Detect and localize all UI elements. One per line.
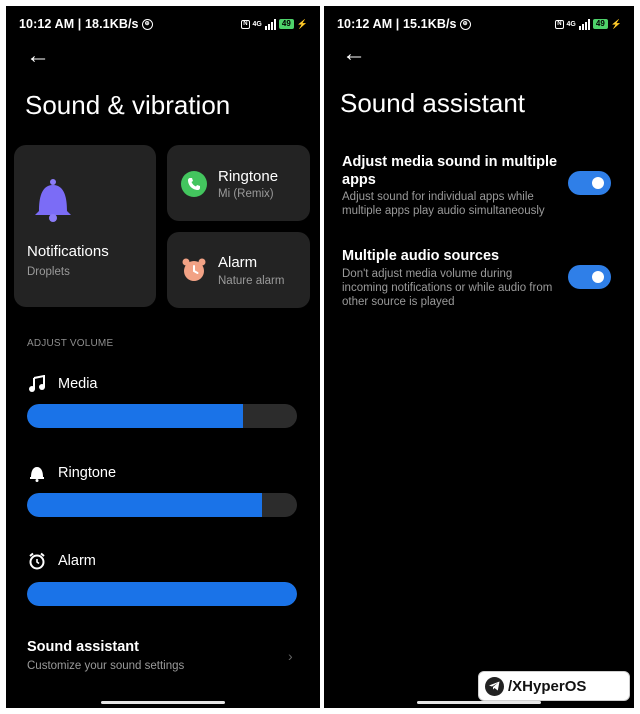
setting-row-multiple-apps[interactable]: Adjust media sound in multiple apps Adju… (324, 146, 634, 226)
battery-icon: 49 (592, 19, 608, 29)
alarm-clock-icon (29, 552, 45, 570)
bell-icon (35, 179, 71, 222)
data-saver-icon: ⊕ (141, 18, 153, 30)
alarm-volume-slider[interactable] (27, 582, 297, 606)
network-type: 4G (252, 20, 262, 28)
page-title: Sound & vibration (25, 90, 231, 120)
setting-subtitle: Don't adjust media volume during incomin… (342, 268, 553, 308)
sound-assistant-subtitle: Customize your sound settings (27, 660, 185, 672)
ringtone-subtitle: Mi (Remix) (218, 188, 274, 200)
media-volume-label: Media (58, 376, 98, 392)
ringtone-card[interactable]: Ringtone Mi (Remix) (167, 145, 310, 221)
alarm-volume-label: Alarm (58, 553, 96, 569)
sound-assistant-screen: 10:12 AM | 15.1KB/s ⊕ N 4G 49 ⚡ ← Sound … (324, 6, 634, 708)
signal-icon (578, 18, 590, 30)
ringtone-volume-slider[interactable] (27, 493, 297, 517)
battery-icon: 49 (278, 19, 294, 29)
home-indicator[interactable] (101, 701, 225, 704)
ringtone-volume-label: Ringtone (58, 465, 117, 481)
chevron-right-icon: › (288, 648, 293, 664)
back-arrow-icon[interactable]: ← (342, 42, 366, 66)
ringtone-title: Ringtone (218, 168, 279, 185)
alarm-card[interactable]: Alarm Nature alarm (167, 232, 310, 308)
page-title: Sound assistant (340, 88, 526, 118)
charging-icon: ⚡ (610, 18, 622, 29)
phone-icon (181, 171, 207, 197)
signal-icon (264, 18, 276, 30)
alarm-title: Alarm (218, 254, 258, 271)
setting-row-multiple-sources[interactable]: Multiple audio sources Don't adjust medi… (324, 242, 634, 322)
watermark: /XHyperOS (478, 671, 630, 701)
alarm-clock-icon (182, 258, 206, 281)
status-time: 10:12 AM | 15.1KB/s (337, 17, 457, 31)
sound-vibration-screen: 10:12 AM | 18.1KB/s ⊕ N 4G 49 ⚡ ← Sound … (6, 6, 320, 708)
media-volume-slider[interactable] (27, 404, 297, 428)
multiple-sources-toggle[interactable] (568, 265, 611, 289)
network-type: 4G (566, 20, 576, 28)
multiple-apps-toggle[interactable] (568, 171, 611, 195)
music-note-icon (29, 375, 45, 392)
status-bar: 10:12 AM | 15.1KB/s ⊕ N 4G 49 ⚡ (337, 16, 622, 32)
setting-subtitle: Adjust sound for individual apps while m… (342, 191, 545, 217)
sound-assistant-title: Sound assistant (27, 639, 139, 655)
notifications-subtitle: Droplets (27, 266, 70, 278)
charging-icon: ⚡ (296, 18, 308, 29)
bell-icon (30, 467, 44, 482)
setting-title: Multiple audio sources (342, 248, 500, 264)
status-time: 10:12 AM | 18.1KB/s (19, 17, 139, 31)
notifications-card[interactable]: Notifications Droplets (14, 145, 156, 307)
setting-title: Adjust media sound in multiple apps (342, 154, 558, 188)
nfc-icon: N (241, 19, 250, 29)
alarm-subtitle: Nature alarm (218, 275, 285, 287)
nfc-icon: N (555, 19, 564, 29)
telegram-icon (485, 676, 504, 696)
back-arrow-icon[interactable]: ← (26, 44, 50, 68)
data-saver-icon: ⊕ (459, 18, 471, 30)
watermark-text: /XHyperOS (508, 677, 587, 695)
status-bar: 10:12 AM | 18.1KB/s ⊕ N 4G 49 ⚡ (19, 16, 308, 32)
sound-assistant-row[interactable]: Sound assistant Customize your sound set… (6, 631, 320, 681)
home-indicator[interactable] (417, 701, 541, 704)
notifications-title: Notifications (27, 243, 109, 260)
adjust-volume-label: ADJUST VOLUME (27, 338, 114, 349)
